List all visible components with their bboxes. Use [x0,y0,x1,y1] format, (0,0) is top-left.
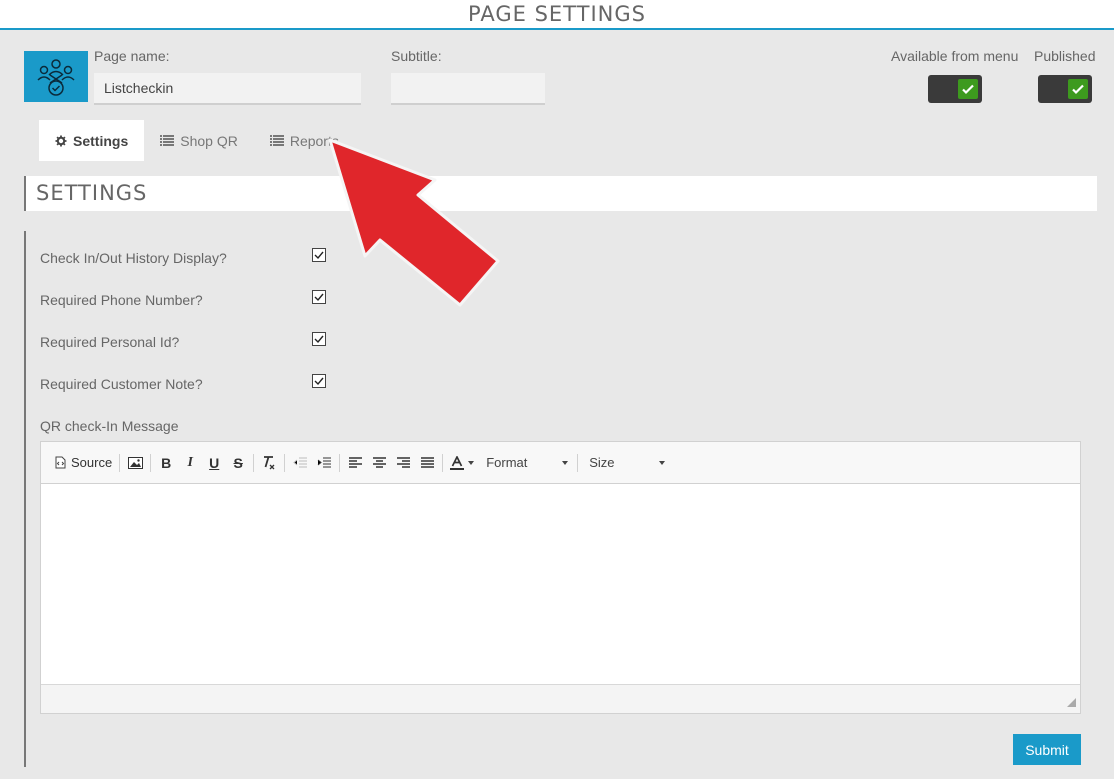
align-right-button[interactable] [391,451,415,475]
align-right-icon [396,457,410,468]
settings-content: Check In/Out History Display? Required P… [24,231,1097,767]
resize-handle[interactable] [1067,698,1076,707]
section-header: SETTINGS [24,176,1097,211]
tab-reports[interactable]: Reports [254,120,355,161]
page-title: PAGE SETTINGS [468,2,646,26]
underline-button[interactable]: U [202,451,226,475]
page-name-label: Page name: [94,48,170,64]
setting-row-personal-id: Required Personal Id? [40,332,340,352]
underline-icon: U [209,454,220,471]
published-label: Published [1034,48,1096,64]
toolbar-separator [150,453,152,472]
toggle-knob [958,79,978,99]
list-icon [160,135,175,146]
remove-format-button[interactable] [257,451,281,475]
tab-shop-qr[interactable]: Shop QR [144,120,254,161]
size-label: Size [589,455,615,470]
available-from-menu-toggle[interactable] [928,75,982,103]
insert-image-button[interactable] [123,451,147,475]
toggle-knob [1068,79,1088,99]
indent-button[interactable] [312,451,336,475]
list-icon [269,135,284,146]
align-center-icon [372,457,386,468]
checkmark-icon [314,335,324,344]
strikethrough-button[interactable]: S [226,451,250,475]
customer-note-checkbox[interactable] [312,374,326,388]
image-icon [127,456,143,469]
toolbar-separator [442,453,444,472]
editor-footer [41,684,1080,713]
size-dropdown[interactable]: Size [581,451,671,475]
setting-label: Required Phone Number? [40,292,203,308]
tab-bar: Settings Shop QR Reports [39,120,355,161]
chevron-down-icon [562,460,569,465]
setting-row-phone-number: Required Phone Number? [40,290,340,310]
page-header: PAGE SETTINGS [0,0,1114,30]
strikethrough-icon: S [233,454,243,471]
justify-icon [420,457,434,468]
remove-format-icon [264,455,275,469]
toolbar-separator [253,453,255,472]
subtitle-input[interactable] [391,73,545,105]
tab-label: Settings [73,132,129,149]
align-left-icon [348,457,362,468]
outdent-button[interactable] [288,451,312,475]
tab-label: Shop QR [180,132,238,149]
outdent-icon [293,457,308,467]
people-check-icon [37,58,75,96]
setting-label: Check In/Out History Display? [40,250,227,266]
setting-row-history-display: Check In/Out History Display? [40,248,340,268]
toolbar-separator [577,453,579,472]
setting-row-customer-note: Required Customer Note? [40,374,340,394]
chevron-down-icon [659,460,666,465]
rich-text-editor: Source B I U S Format Size [40,441,1081,714]
text-color-icon [450,455,465,470]
chevron-down-icon [468,460,475,465]
settings-panel: Page name: Subtitle: Available from menu… [10,32,1110,777]
check-icon [1072,84,1084,95]
text-color-button[interactable] [446,451,478,475]
bold-button[interactable]: B [154,451,178,475]
toolbar-separator [284,453,286,472]
align-left-button[interactable] [343,451,367,475]
bold-icon: B [161,454,172,471]
page-name-input[interactable] [94,73,361,105]
source-button[interactable]: Source [51,451,116,475]
setting-label: Required Customer Note? [40,376,203,392]
align-center-button[interactable] [367,451,391,475]
page-logo [24,51,88,102]
check-icon [962,84,974,95]
history-display-checkbox[interactable] [312,248,326,262]
qr-message-label: QR check-In Message [40,418,179,434]
format-dropdown[interactable]: Format [478,451,574,475]
gear-icon [55,135,67,147]
tab-label: Reports [289,132,339,149]
source-label: Source [71,455,113,470]
justify-button[interactable] [415,451,439,475]
checkmark-icon [314,251,324,260]
submit-button[interactable]: Submit [1013,734,1081,765]
indent-icon [317,457,332,467]
format-label: Format [486,455,528,470]
editor-toolbar: Source B I U S Format Size [41,442,1080,484]
editor-content-area[interactable] [41,484,1080,684]
source-icon [55,456,66,469]
subtitle-label: Subtitle: [391,48,442,64]
published-toggle[interactable] [1038,75,1092,103]
setting-label: Required Personal Id? [40,334,180,350]
phone-number-checkbox[interactable] [312,290,326,304]
italic-icon: I [187,454,193,470]
personal-id-checkbox[interactable] [312,332,326,346]
available-from-menu-label: Available from menu [891,48,1019,64]
toolbar-separator [339,453,341,472]
toolbar-separator [119,453,121,472]
checkmark-icon [314,377,324,386]
checkmark-icon [314,293,324,302]
section-title: SETTINGS [36,181,148,205]
tab-settings[interactable]: Settings [39,120,145,161]
italic-button[interactable]: I [178,451,202,475]
